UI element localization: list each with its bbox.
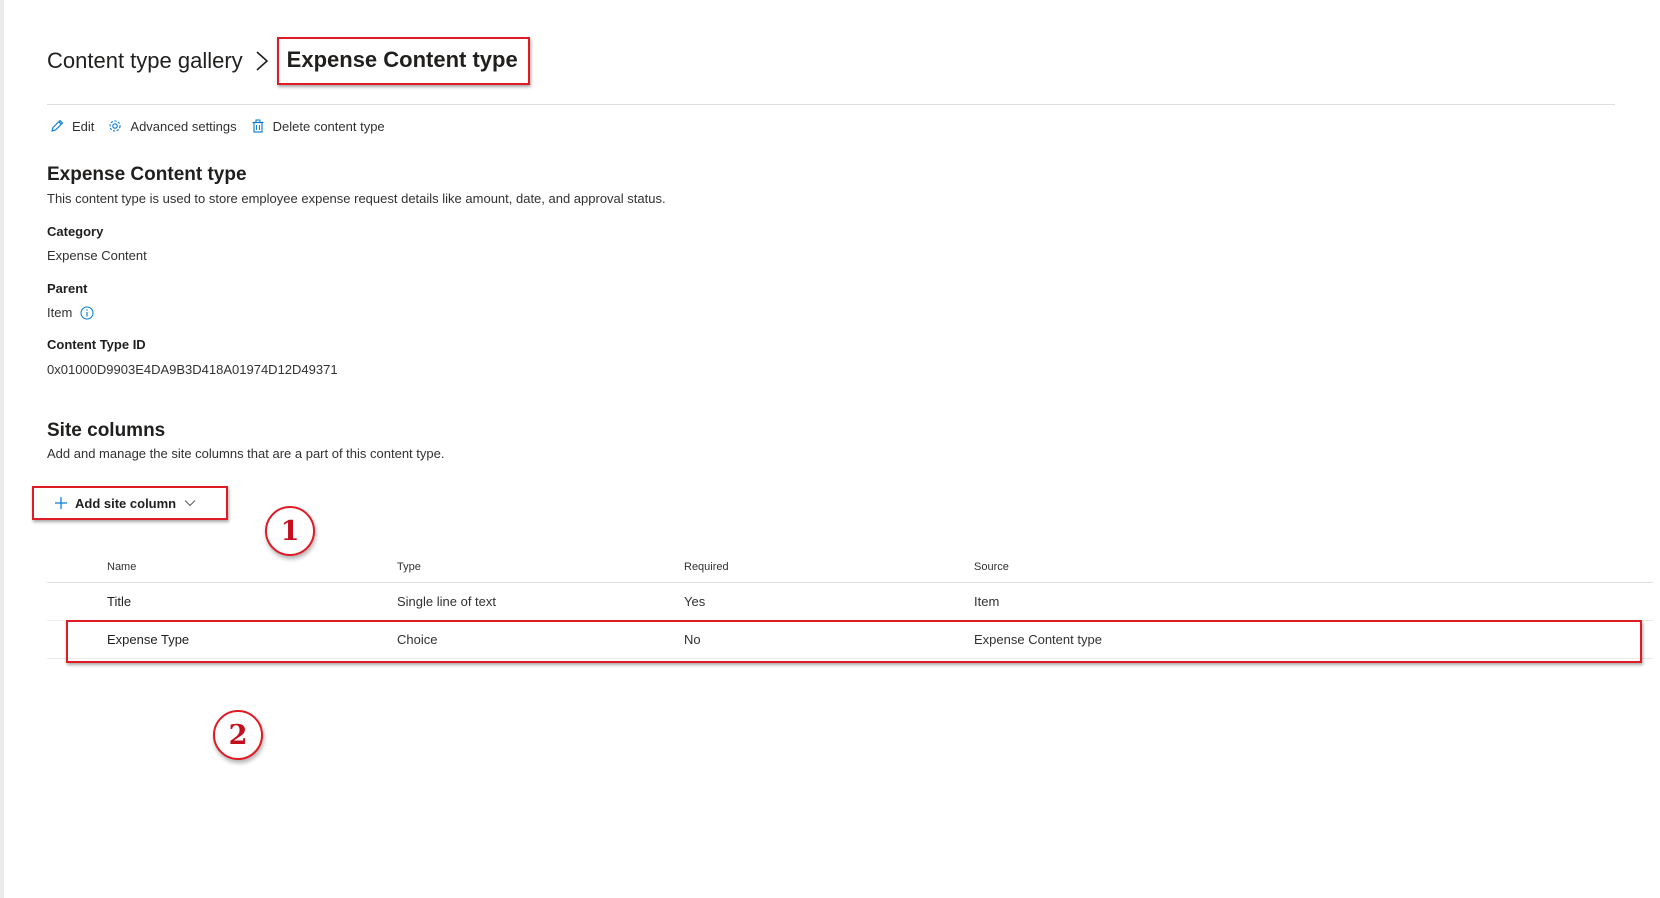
cell-required: No: [684, 632, 701, 647]
chevron-right-icon: [256, 51, 268, 71]
cell-required: Yes: [684, 594, 706, 609]
site-columns-table: Name Type Required Source Title Single l…: [47, 552, 1653, 659]
cell-name[interactable]: Expense Type: [107, 621, 189, 658]
content-type-description: This content type is used to store emplo…: [47, 191, 666, 206]
breadcrumb-root-link[interactable]: Content type gallery: [47, 48, 243, 74]
parent-value-text: Item: [47, 305, 73, 320]
page-title: Expense Content type: [276, 37, 530, 85]
content-type-id-label: Content Type ID: [47, 337, 146, 352]
gear-icon: [109, 120, 121, 132]
step-marker-2: 2: [213, 710, 263, 760]
content-type-title: Expense Content type: [47, 164, 247, 185]
cell-source: Item: [974, 594, 1000, 609]
chevron-down-icon: [184, 500, 196, 507]
site-columns-description: Add and manage the site columns that are…: [47, 446, 445, 461]
site-columns-title: Site columns: [47, 420, 166, 441]
delete-content-type-button[interactable]: Delete content type: [251, 119, 385, 134]
category-value: Expense Content: [47, 248, 147, 263]
header-required[interactable]: Required: [684, 552, 729, 582]
cell-name[interactable]: Title: [107, 583, 131, 620]
content-type-id-value: 0x01000D9903E4DA9B3D418A01974D12D49371: [47, 362, 338, 377]
table-row[interactable]: Expense Type Choice No Expense Content t…: [47, 621, 1653, 659]
header-source[interactable]: Source: [974, 552, 1009, 582]
cell-source: Expense Content type: [974, 632, 1102, 647]
info-icon[interactable]: [80, 306, 94, 320]
header-divider: [47, 104, 1615, 105]
edit-icon: [51, 119, 64, 132]
table-header: Name Type Required Source: [47, 552, 1653, 583]
add-site-column-button[interactable]: Add site column: [32, 486, 228, 520]
step-marker-1: 1: [265, 506, 315, 556]
category-label: Category: [47, 224, 104, 239]
trash-icon: [252, 119, 264, 133]
cell-type: Single line of text: [397, 594, 497, 609]
parent-label: Parent: [47, 281, 88, 296]
plus-icon: [55, 497, 67, 509]
left-edge-rule: [0, 0, 4, 898]
header-type[interactable]: Type: [397, 552, 421, 582]
add-site-column-label: Add site column: [75, 495, 177, 511]
breadcrumb: Content type gallery Expense Content typ…: [47, 36, 530, 86]
header-name[interactable]: Name: [107, 552, 136, 582]
edit-button[interactable]: Edit: [50, 119, 94, 134]
delete-content-type-label: Delete content type: [272, 118, 385, 134]
command-bar: Edit Advanced settings Delete content ty…: [50, 114, 399, 138]
table-row[interactable]: Title Single line of text Yes Item: [47, 583, 1653, 621]
advanced-settings-button[interactable]: Advanced settings: [108, 118, 237, 134]
cell-type: Choice: [397, 632, 438, 647]
edit-label: Edit: [72, 118, 95, 134]
parent-value: Item: [47, 305, 94, 320]
advanced-settings-label: Advanced settings: [130, 118, 237, 134]
